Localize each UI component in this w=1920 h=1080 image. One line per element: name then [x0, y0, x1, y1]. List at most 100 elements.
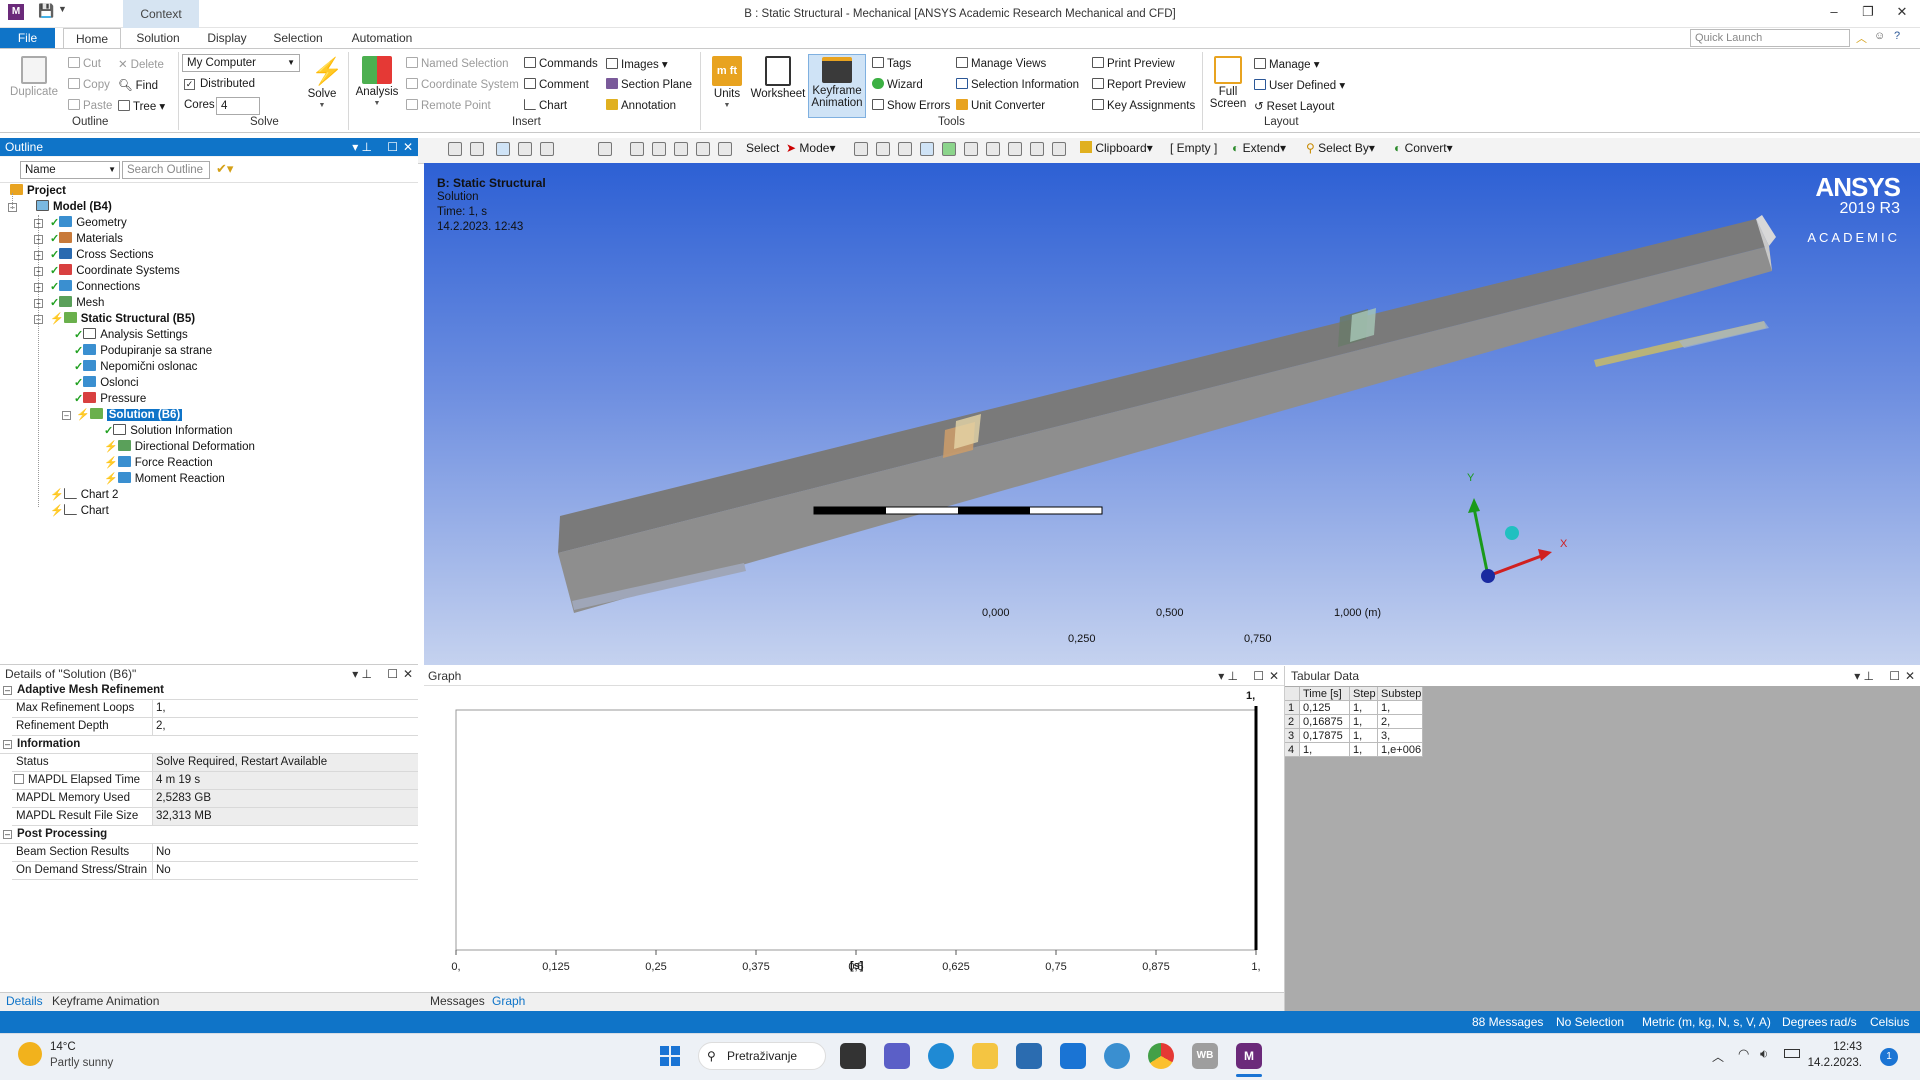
select-node-icon[interactable]	[942, 142, 956, 156]
tab-graph[interactable]: Graph	[492, 992, 525, 1010]
tree-item-geometry[interactable]: ✓ Geometry	[50, 215, 127, 231]
close-icon[interactable]: ✕	[1269, 666, 1279, 686]
tree-item-solution[interactable]: ⚡ Solution (B6)	[76, 407, 183, 423]
close-icon[interactable]: ✕	[403, 665, 413, 683]
select-edge-icon[interactable]	[876, 142, 890, 156]
tree-item-materials[interactable]: ✓ Materials	[50, 231, 123, 247]
tab-home[interactable]: Home	[63, 28, 121, 48]
teams-chat-icon[interactable]	[884, 1043, 910, 1069]
pin-icon[interactable]: ▾ ⊥	[1854, 666, 1874, 686]
select-element-icon[interactable]	[986, 142, 1000, 156]
close-icon[interactable]: ✕	[403, 138, 413, 156]
volume-icon[interactable]: 🔉︎	[1760, 1046, 1768, 1062]
tab-messages[interactable]: Messages	[430, 992, 485, 1010]
collapse-icon[interactable]: –	[3, 740, 12, 749]
search-outline-input[interactable]: Search Outline	[122, 161, 210, 179]
mechanical-app-icon[interactable]: M	[8, 4, 24, 20]
row-number[interactable]: 2	[1285, 715, 1300, 729]
tree-item-solution-information[interactable]: ✓ Solution Information	[104, 423, 233, 439]
close-button[interactable]: ✕	[1890, 4, 1914, 20]
close-icon[interactable]: ✕	[1905, 666, 1915, 686]
taskbar-search[interactable]: ⚲ Pretraživanje	[698, 1042, 826, 1070]
delete-button[interactable]: ✕ Delete	[118, 57, 164, 71]
table-cell[interactable]: 1,	[1350, 729, 1378, 743]
solid-view-icon[interactable]	[496, 142, 510, 156]
smiley-icon[interactable]: ☺	[1874, 30, 1885, 42]
annotation-button[interactable]: Annotation	[606, 99, 676, 112]
wizard-button[interactable]: Wizard	[872, 78, 923, 91]
maximize-icon[interactable]: ☐	[387, 665, 398, 683]
weather-temperature[interactable]: 14°C	[50, 1041, 76, 1053]
outline-name-filter[interactable]: Name ▼	[20, 161, 120, 179]
images-button[interactable]: Images ▾	[606, 57, 668, 71]
select-element-face-icon[interactable]	[964, 142, 978, 156]
tree-item-podupiranje[interactable]: ✓ Podupiranje sa strane	[74, 343, 212, 359]
minimize-button[interactable]: –	[1822, 4, 1846, 19]
analysis-button[interactable]: Analysis ▼	[354, 56, 400, 110]
tree-item-analysis-settings[interactable]: ✓ Analysis Settings	[74, 327, 188, 343]
triad-iso-ball[interactable]	[1505, 526, 1519, 540]
tab-file[interactable]: File	[0, 28, 55, 48]
clock-date[interactable]: 14.2.2023.	[1806, 1057, 1862, 1069]
clock-time[interactable]: 12:43	[1818, 1041, 1862, 1053]
pan-icon[interactable]	[630, 142, 644, 156]
chrome-icon[interactable]	[1148, 1043, 1174, 1069]
mechanical-taskbar-icon[interactable]: M	[1236, 1043, 1262, 1069]
zoom-in-icon[interactable]	[448, 142, 462, 156]
maximize-icon[interactable]: ☐	[1889, 666, 1900, 686]
file-explorer-icon[interactable]	[972, 1043, 998, 1069]
table-cell[interactable]: 0,125	[1300, 701, 1350, 715]
tree-item-model[interactable]: Model (B4)	[36, 199, 112, 215]
extend-dropdown[interactable]: ◐ Extend▾	[1232, 141, 1286, 155]
table-cell[interactable]: 1,	[1350, 743, 1378, 757]
named-selection-button[interactable]: Named Selection	[406, 57, 509, 70]
details-row[interactable]: Refinement Depth 2,	[12, 718, 418, 736]
pin-icon[interactable]: ▾ ⊥	[352, 138, 372, 156]
column-header[interactable]: Time [s]	[1300, 687, 1350, 701]
magnifier-icon[interactable]	[718, 142, 732, 156]
quick-access-dropdown-icon[interactable]: ▼	[58, 4, 67, 14]
remote-point-button[interactable]: Remote Point	[406, 99, 491, 112]
solve-button[interactable]: ⚡ Solve ▼	[304, 56, 344, 112]
key-assignments-button[interactable]: Key Assignments	[1092, 99, 1195, 112]
tree-item-chart-2[interactable]: ⚡ Chart 2	[50, 487, 118, 503]
select-vertex-icon[interactable]	[854, 142, 868, 156]
zoom-icon[interactable]	[652, 142, 666, 156]
help-icon[interactable]: ?	[1894, 30, 1900, 42]
edge-browser-icon[interactable]	[928, 1043, 954, 1069]
collapse-icon[interactable]: –	[3, 686, 12, 695]
table-cell[interactable]: 2,	[1378, 715, 1423, 729]
tree-item-mesh[interactable]: ✓ Mesh	[50, 295, 104, 311]
zoom-to-fit-icon[interactable]	[696, 142, 710, 156]
restore-button[interactable]: ❐	[1856, 4, 1880, 20]
select-mesh-icon[interactable]	[1008, 142, 1022, 156]
tree-item-chart[interactable]: ⚡ Chart	[50, 503, 109, 519]
zoom-out-icon[interactable]	[470, 142, 484, 156]
context-tab[interactable]: Context	[123, 0, 199, 28]
quick-launch-input[interactable]: Quick Launch	[1690, 29, 1850, 47]
model-geometry[interactable]	[424, 163, 1920, 665]
report-preview-button[interactable]: Report Preview	[1092, 78, 1186, 91]
details-row[interactable]: On Demand Stress/Strain No	[12, 862, 418, 880]
show-icon[interactable]	[1052, 142, 1066, 156]
select-by-dropdown[interactable]: ⚲ Select By▾	[1306, 141, 1375, 155]
messages-count[interactable]: 88 Messages	[1472, 1011, 1543, 1033]
tab-display[interactable]: Display	[196, 28, 258, 48]
collapse-icon[interactable]: –	[3, 830, 12, 839]
weather-sun-icon[interactable]	[18, 1042, 42, 1066]
tree-item-nepomicni-oslonac[interactable]: ✓ Nepomični oslonac	[74, 359, 197, 375]
rotational-velocity-units[interactable]: rad/s	[1830, 1011, 1857, 1033]
tree-item-pressure[interactable]: ✓ Pressure	[74, 391, 146, 407]
chevron-up-icon[interactable]: ︿	[1856, 30, 1867, 46]
details-row[interactable]: Beam Section Results No	[12, 844, 418, 862]
reset-layout-button[interactable]: ↺ Reset Layout	[1254, 99, 1334, 113]
tree-item-coordinate-systems[interactable]: ✓ Coordinate Systems	[50, 263, 180, 279]
row-number[interactable]: 4	[1285, 743, 1300, 757]
tree-item-moment-reaction[interactable]: ⚡ Moment Reaction	[104, 471, 225, 487]
pin-icon[interactable]: ▾ ⊥	[352, 665, 372, 683]
find-button[interactable]: 🔍︎ Find	[118, 78, 158, 92]
show-errors-button[interactable]: Show Errors	[872, 99, 950, 112]
maximize-icon[interactable]: ☐	[1253, 666, 1264, 686]
full-screen-button[interactable]: Full Screen	[1206, 56, 1250, 110]
keyframe-animation-button[interactable]: Keyframe Animation	[808, 54, 866, 118]
